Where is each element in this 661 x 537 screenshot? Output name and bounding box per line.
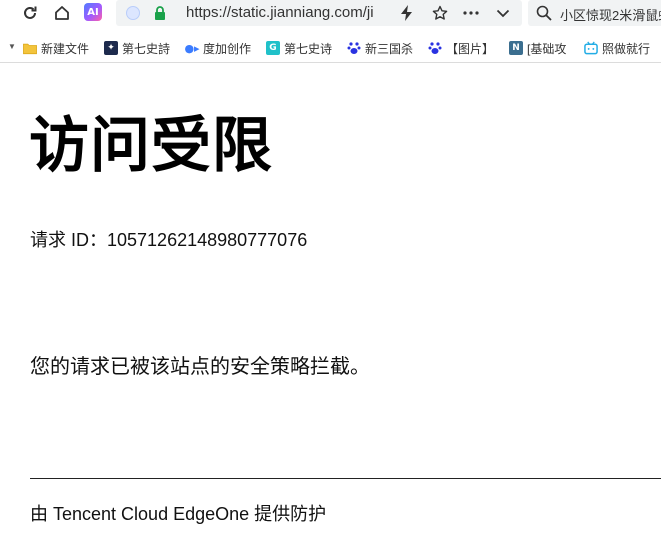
reload-icon[interactable] [19, 2, 41, 24]
url-text[interactable]: https://static.jianniang.com/ji [186, 4, 386, 21]
arrow-icon: ●▸ [185, 41, 200, 55]
home-icon[interactable] [51, 2, 73, 24]
bookmark-item[interactable]: ✦ 第七史詩 [104, 39, 174, 57]
chevron-down-icon[interactable] [492, 2, 514, 24]
bookmark-item[interactable]: 新三国杀 [347, 39, 417, 57]
lock-icon[interactable] [154, 6, 166, 25]
page-title: 访问受限 [29, 111, 273, 181]
footer-text: 由 Tencent Cloud EdgeOne 提供防护 [30, 504, 327, 524]
app-icon: N [509, 41, 523, 55]
browser-toolbar: AI https://static.jianniang.com/ji 小区惊现2… [0, 0, 661, 26]
more-icon[interactable] [460, 2, 482, 24]
game-icon: ✦ [104, 41, 118, 55]
bookmarks-bar: ▼ 新建文件 ✦ 第七史詩 ●▸ 度加创作 G 第七史诗 新三国杀 【图片】 N… [0, 32, 661, 63]
bookmark-item[interactable]: N [基础攻 [509, 39, 575, 57]
bookmark-item[interactable]: ●▸ 度加创作 [185, 39, 255, 57]
bookmark-item[interactable]: 【图片】 [428, 39, 498, 57]
bookmark-label: 新三国杀 [365, 41, 414, 56]
baidu-paw-icon [347, 41, 361, 55]
bookmark-label: 照做就行 [602, 41, 651, 56]
star-icon[interactable] [429, 2, 451, 24]
search-icon [536, 5, 552, 26]
baidu-paw-icon [428, 41, 442, 55]
bookmark-label: 第七史詩 [122, 41, 171, 56]
blocked-message: 您的请求已被该站点的安全策略拦截。 [30, 356, 370, 378]
bookmark-item[interactable]: G 第七史诗 [266, 39, 336, 57]
request-id-text: 请求 ID：10571262148980777076 [30, 230, 308, 250]
folder-icon [23, 41, 37, 55]
bookmark-label: 【图片】 [446, 41, 495, 56]
bookmark-label: 度加创作 [203, 41, 252, 56]
g-icon: G [266, 41, 280, 55]
search-input[interactable]: 小区惊现2米滑鼠蛇 [560, 5, 661, 24]
ai-assistant-icon[interactable]: AI [84, 3, 102, 21]
bookmarks-dropdown-icon[interactable]: ▼ [8, 42, 16, 51]
loading-icon [126, 6, 140, 20]
address-bar[interactable]: https://static.jianniang.com/ji [116, 0, 522, 26]
lightning-icon[interactable] [396, 2, 418, 24]
bookmark-label: [基础攻 [527, 41, 567, 56]
divider [30, 478, 661, 479]
bookmark-item[interactable]: 照做就行 [584, 39, 661, 57]
bookmark-label: 新建文件 [41, 41, 90, 56]
search-box[interactable]: 小区惊现2米滑鼠蛇 [528, 0, 661, 26]
bookmark-label: 第七史诗 [284, 41, 333, 56]
bookmark-item[interactable]: 新建文件 [23, 39, 95, 57]
bilibili-icon [584, 41, 598, 55]
